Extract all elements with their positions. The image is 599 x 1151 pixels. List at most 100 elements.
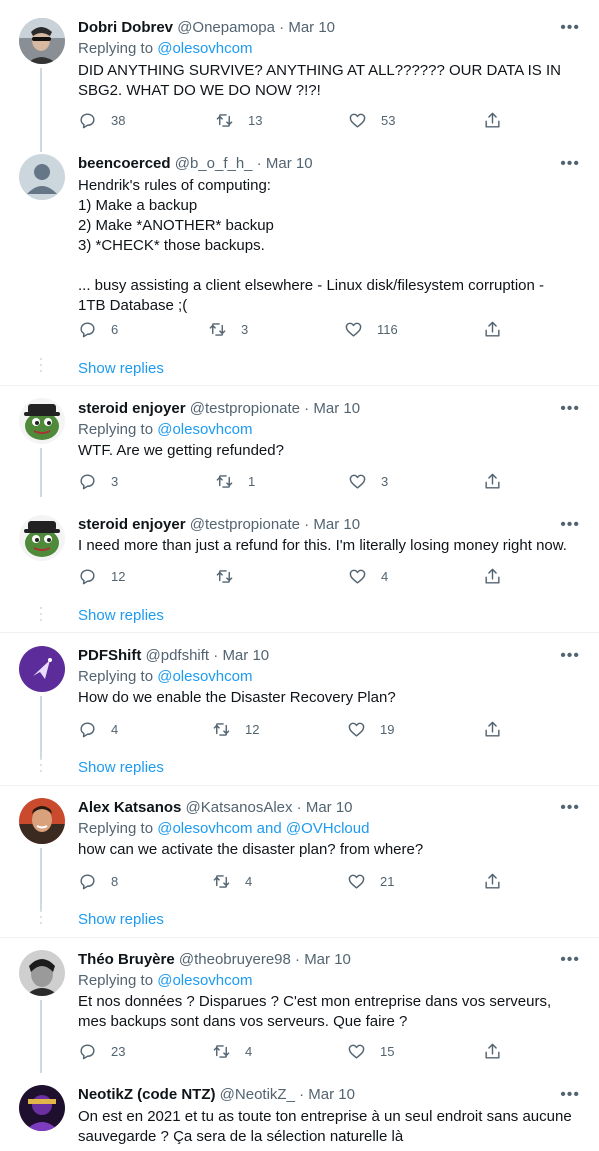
tweet[interactable]: steroid enjoyer @testpropionate · Mar 10… (0, 513, 599, 633)
reply-button[interactable]: 6 (78, 319, 118, 339)
avatar[interactable] (19, 950, 65, 996)
like-button[interactable]: 19 (347, 719, 394, 739)
more-icon[interactable]: ••• (560, 401, 580, 417)
display-name[interactable]: steroid enjoyer (78, 516, 186, 533)
share-button[interactable] (483, 871, 502, 891)
share-button[interactable] (483, 566, 502, 586)
show-replies-link[interactable]: Show replies (78, 359, 164, 379)
retweet-button[interactable] (215, 566, 248, 586)
handle[interactable]: @testpropionate (190, 400, 300, 417)
more-icon[interactable]: ••• (560, 517, 580, 533)
retweet-button[interactable]: 4 (212, 1041, 252, 1061)
tweet[interactable]: Alex Katsanos @KatsanosAlex · Mar 10 •••… (0, 786, 599, 938)
tweet[interactable]: Théo Bruyère @theobruyere98 · Mar 10 •••… (0, 938, 599, 1073)
display-name[interactable]: Dobri Dobrev (78, 19, 173, 36)
avatar[interactable] (19, 398, 65, 444)
retweet-button[interactable]: 12 (212, 719, 259, 739)
display-name[interactable]: steroid enjoyer (78, 400, 186, 417)
display-name[interactable]: beencoerced (78, 155, 171, 172)
avatar[interactable] (19, 646, 65, 692)
more-icon[interactable]: ••• (560, 952, 580, 968)
like-button[interactable]: 4 (348, 566, 388, 586)
tweet-date[interactable]: Mar 10 (266, 155, 313, 172)
tweet[interactable]: Dobri Dobrev @Onepamopa · Mar 10 ••• Rep… (0, 0, 599, 152)
thread-line (40, 848, 42, 910)
tweet-date[interactable]: Mar 10 (313, 516, 360, 533)
share-button[interactable] (483, 110, 502, 130)
tweet-header: steroid enjoyer @testpropionate · Mar 10 (78, 399, 360, 419)
retweet-button[interactable]: 3 (208, 319, 248, 339)
retweet-icon (216, 569, 233, 583)
tweet-date[interactable]: Mar 10 (313, 400, 360, 417)
like-button[interactable]: 21 (347, 871, 394, 891)
tweet-date[interactable]: Mar 10 (288, 19, 335, 36)
display-name[interactable]: NeotikZ (code NTZ) (78, 1086, 216, 1103)
tweet[interactable]: beencoerced @b_o_f_h_ · Mar 10 ••• Hendr… (0, 152, 599, 386)
tweet-date[interactable]: Mar 10 (308, 1086, 355, 1103)
display-name[interactable]: PDFShift (78, 647, 141, 664)
like-button[interactable]: 116 (344, 319, 398, 339)
tweet-text: On est en 2021 et tu as toute ton entrep… (78, 1107, 583, 1147)
avatar[interactable] (19, 798, 65, 844)
handle[interactable]: @pdfshift (146, 647, 210, 664)
show-replies-link[interactable]: Show replies (78, 758, 164, 778)
show-replies-link[interactable]: Show replies (78, 910, 164, 930)
avatar-placeholder[interactable] (19, 154, 65, 200)
handle[interactable]: @testpropionate (190, 516, 300, 533)
more-icon[interactable]: ••• (560, 800, 580, 816)
tweet-date[interactable]: Mar 10 (222, 647, 269, 664)
handle[interactable]: @NeotikZ_ (220, 1086, 295, 1103)
handle[interactable]: @theobruyere98 (179, 951, 291, 968)
mention-link[interactable]: @olesovhcom (157, 40, 252, 57)
thread-line (40, 68, 42, 152)
tweet-actions: 12 4 (78, 566, 508, 586)
display-name[interactable]: Théo Bruyère (78, 951, 175, 968)
handle[interactable]: @KatsanosAlex (186, 799, 293, 816)
like-button[interactable]: 3 (348, 471, 388, 491)
share-button[interactable] (483, 471, 502, 491)
tweet-date[interactable]: Mar 10 (306, 799, 353, 816)
avatar[interactable] (19, 18, 65, 64)
handle[interactable]: @Onepamopa (177, 19, 275, 36)
handle[interactable]: @b_o_f_h_ (175, 155, 253, 172)
tweet[interactable]: NeotikZ (code NTZ) @NeotikZ_ · Mar 10 ••… (0, 1083, 599, 1151)
retweet-button[interactable]: 13 (215, 110, 262, 130)
avatar[interactable] (19, 1085, 65, 1131)
more-icon[interactable]: ••• (560, 156, 580, 172)
mention-link[interactable]: @olesovhcom (157, 421, 252, 438)
tweet-date[interactable]: Mar 10 (304, 951, 351, 968)
show-replies-link[interactable]: Show replies (78, 606, 164, 626)
tweet-text: how can we activate the disaster plan? f… (78, 840, 583, 860)
tweet-line: mes backups sont dans vos serveurs. Que … (78, 1013, 408, 1030)
share-button[interactable] (483, 1041, 502, 1061)
mention-link[interactable]: @olesovhcom (157, 972, 252, 989)
share-button[interactable] (483, 719, 502, 739)
like-button[interactable]: 53 (348, 110, 395, 130)
reply-button[interactable]: 23 (78, 1041, 125, 1061)
tweet[interactable]: PDFShift @pdfshift · Mar 10 ••• Replying… (0, 634, 599, 786)
mention-link[interactable]: @olesovhcom (157, 668, 252, 685)
reply-button[interactable]: 12 (78, 566, 125, 586)
reply-button[interactable]: 3 (78, 471, 118, 491)
more-icon[interactable]: ••• (560, 1087, 580, 1103)
mention-link[interactable]: @olesovhcom and @OVHcloud (157, 820, 369, 837)
retweet-button[interactable]: 4 (212, 871, 252, 891)
tweet-header: Théo Bruyère @theobruyere98 · Mar 10 (78, 950, 351, 970)
retweet-count: 1 (248, 473, 256, 489)
reply-button[interactable]: 38 (78, 110, 125, 130)
reply-button[interactable]: 4 (78, 719, 118, 739)
tweet-line: 1TB Database ;( (78, 297, 188, 314)
more-icon[interactable]: ••• (560, 20, 580, 36)
more-icon[interactable]: ••• (560, 648, 580, 664)
tweet-line: SBG2. WHAT DO WE DO NOW ?!?! (78, 82, 321, 99)
retweet-button[interactable]: 1 (215, 471, 255, 491)
reply-button[interactable]: 8 (78, 871, 118, 891)
reply-count: 23 (111, 1043, 126, 1059)
reply-icon (80, 568, 95, 584)
avatar[interactable] (19, 515, 65, 561)
display-name[interactable]: Alex Katsanos (78, 799, 181, 816)
separator: · (209, 647, 223, 664)
like-button[interactable]: 15 (347, 1041, 394, 1061)
tweet[interactable]: steroid enjoyer @testpropionate · Mar 10… (0, 387, 599, 497)
share-button[interactable] (483, 319, 502, 339)
